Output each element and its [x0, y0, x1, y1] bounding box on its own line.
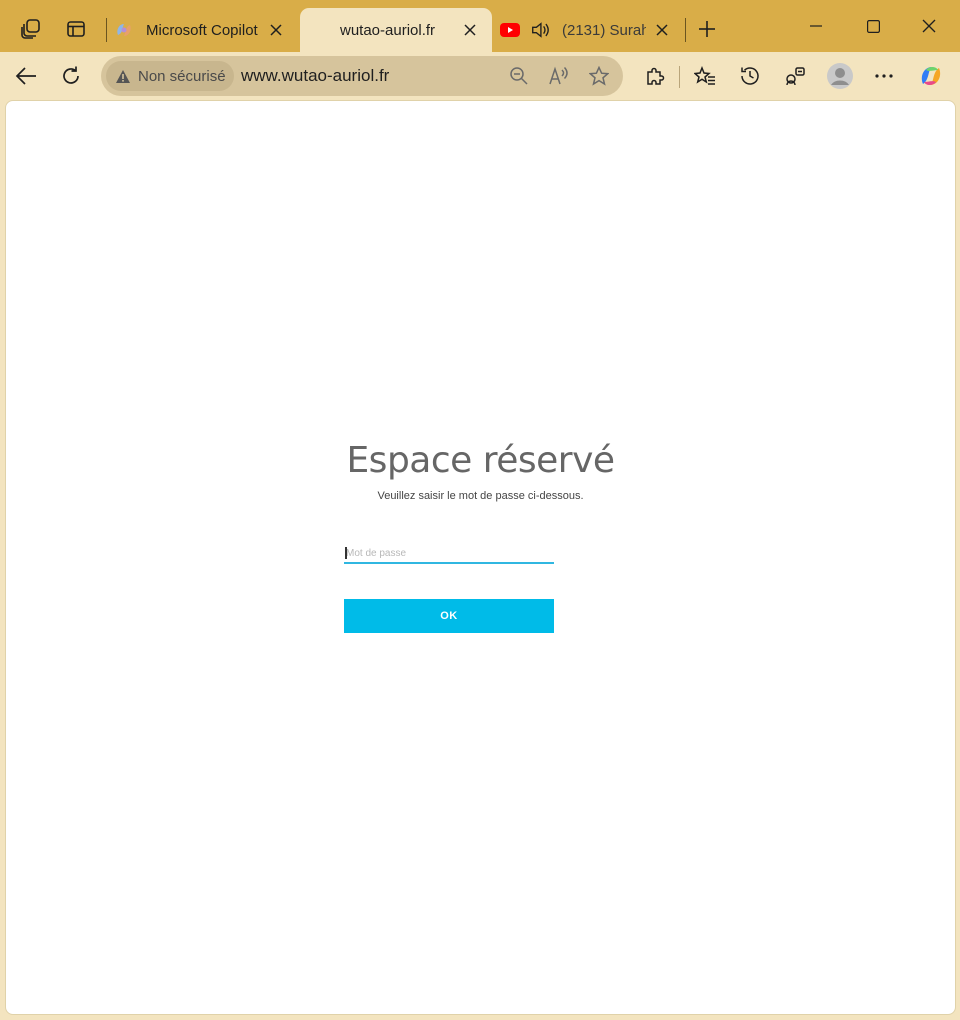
favorite-star-icon[interactable]	[585, 62, 613, 90]
minimize-icon[interactable]	[793, 8, 839, 44]
tab-copilot[interactable]: Microsoft Copilot	[108, 8, 298, 52]
security-label: Non sécurisé	[138, 67, 226, 85]
close-window-icon[interactable]	[906, 8, 952, 44]
maximize-icon[interactable]	[850, 8, 896, 44]
history-icon[interactable]	[733, 60, 767, 92]
audio-playing-icon[interactable]	[530, 20, 550, 40]
favorites-icon[interactable]	[688, 60, 722, 92]
close-tab-icon[interactable]	[458, 18, 482, 42]
page-subtitle: Veuillez saisir le mot de passe ci-desso…	[377, 490, 584, 502]
back-icon[interactable]	[9, 60, 43, 92]
refresh-icon[interactable]	[54, 60, 88, 92]
more-options-icon[interactable]	[867, 60, 901, 92]
security-indicator[interactable]: Non sécurisé	[106, 61, 234, 91]
ok-button[interactable]: OK	[344, 599, 554, 633]
page-title: Espace réservé	[346, 440, 615, 481]
copilot-icon[interactable]	[914, 60, 948, 92]
tab-title: Microsoft Copilot	[146, 21, 258, 39]
profile-avatar[interactable]	[822, 60, 858, 92]
tab-youtube[interactable]: (2131) Surah	[494, 8, 684, 52]
copilot-icon	[114, 20, 134, 40]
text-caret	[345, 547, 347, 559]
tab-separator	[106, 18, 107, 42]
new-tab-icon[interactable]	[692, 14, 722, 44]
workspaces-icon[interactable]	[16, 14, 46, 44]
youtube-icon	[500, 20, 520, 40]
extensions-icon[interactable]	[638, 60, 672, 92]
password-input[interactable]	[344, 545, 554, 564]
tab-wutao-auriol[interactable]: wutao-auriol.fr	[300, 8, 492, 52]
tab-title: wutao-auriol.fr	[340, 21, 436, 39]
page-viewport: Espace réservé Veuillez saisir le mot de…	[5, 100, 956, 1015]
read-aloud-icon[interactable]	[545, 62, 573, 90]
warning-icon	[115, 69, 131, 84]
address-bar[interactable]: Non sécurisé www.wutao-auriol.fr	[101, 56, 623, 96]
navigation-toolbar: Non sécurisé www.wutao-auriol.fr	[0, 52, 960, 100]
url-text[interactable]: www.wutao-auriol.fr	[241, 66, 389, 86]
tab-separator	[685, 18, 686, 42]
tab-title: (2131) Surah	[562, 21, 646, 39]
toolbar-separator	[679, 66, 680, 88]
tab-actions-icon[interactable]	[61, 14, 91, 44]
title-bar: Microsoft Copilot wutao-auriol.fr (2131)…	[0, 0, 960, 52]
collections-icon[interactable]	[778, 60, 812, 92]
close-tab-icon[interactable]	[264, 18, 288, 42]
zoom-out-icon[interactable]	[505, 62, 533, 90]
close-tab-icon[interactable]	[650, 18, 674, 42]
